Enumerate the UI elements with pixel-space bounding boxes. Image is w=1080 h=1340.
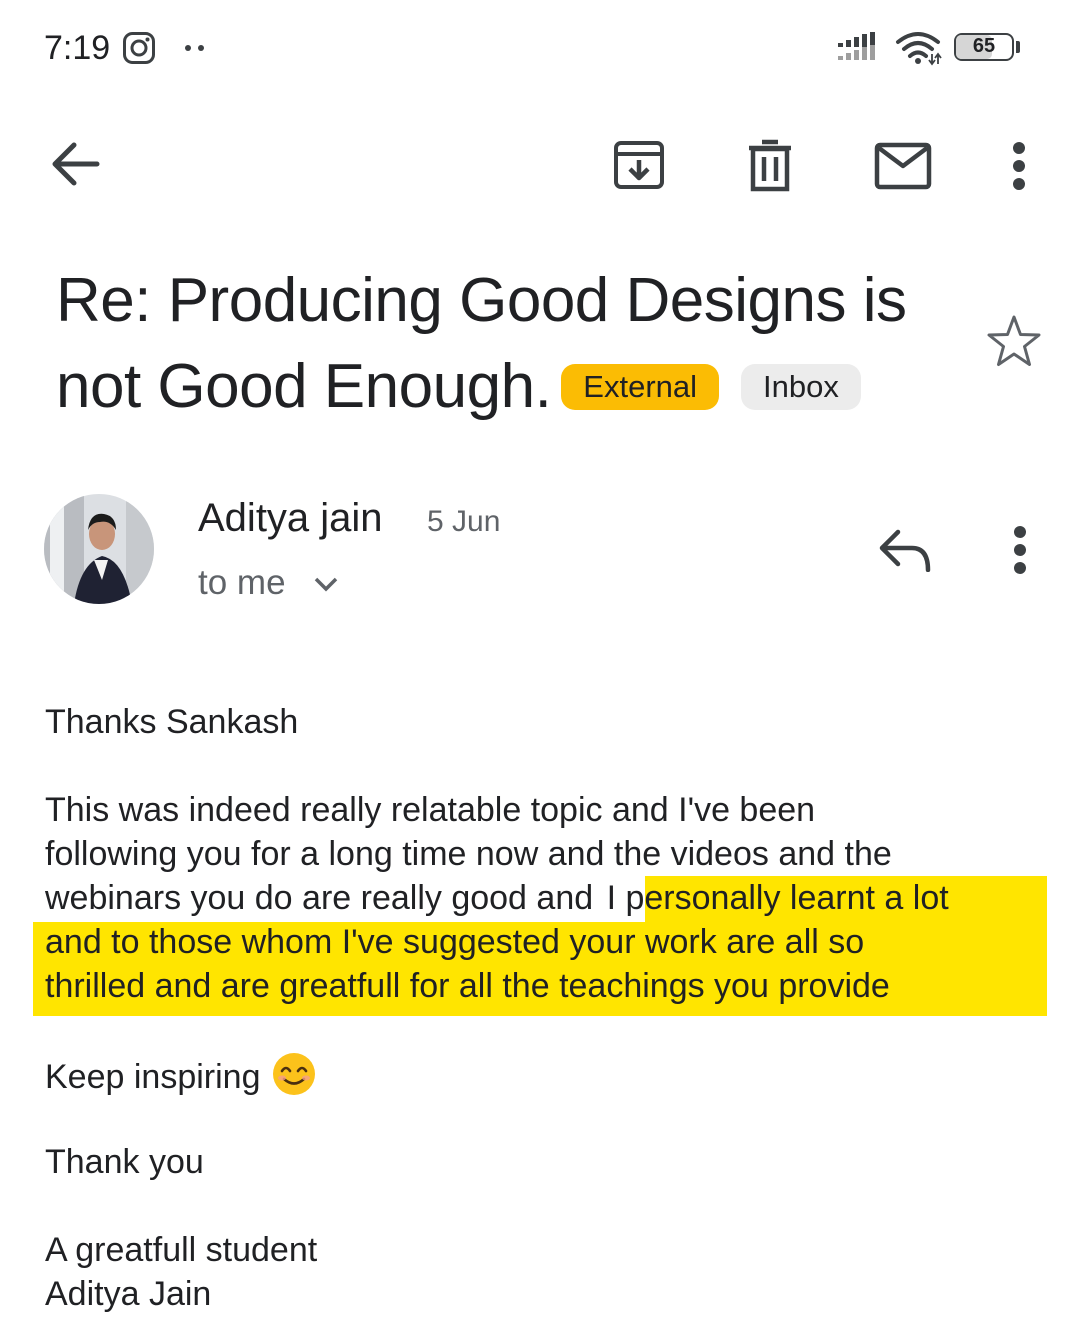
body-line-3: webinars you do are really good and I pe… [45,876,1045,920]
reply-icon[interactable] [878,528,932,572]
trash-icon[interactable] [746,138,794,192]
signature-line-2: Aditya Jain [45,1275,212,1313]
body-keep-inspiring: Keep inspiring [45,1052,1045,1099]
recipient-details-toggle[interactable]: to me [198,561,339,605]
sender-name: Aditya jain [198,496,383,540]
archive-icon[interactable] [612,138,666,192]
sent-date: 5 Jun [427,505,501,538]
body-line-4: and to those whom I've suggested your wo… [45,923,865,961]
smiling-face-emoji-icon [272,1052,316,1096]
signature-line-1: A greatfull student [45,1231,318,1269]
highlighted-text: I personally learnt a lot [606,879,949,917]
mail-icon[interactable] [874,142,932,190]
body-line-2: following you for a long time now and th… [45,835,892,873]
battery-percent: 65 [972,35,996,57]
more-vert-icon[interactable] [1010,142,1028,190]
signal-icon [836,32,882,64]
keep-inspiring-text: Keep inspiring [45,1058,261,1096]
star-icon[interactable] [986,314,1042,368]
battery-icon: 65 [954,33,1014,61]
label-inbox[interactable]: Inbox [741,364,861,410]
email-subject: Re: Producing Good Designs is not Good E… [56,258,956,430]
label-external[interactable]: External [561,364,720,410]
subject-line-1: Re: Producing Good Designs is [56,266,907,335]
battery-nub [1016,41,1020,53]
sender-avatar[interactable] [44,494,154,604]
message-more-icon[interactable] [1011,526,1029,574]
recipient-label: to me [198,563,286,602]
chevron-down-icon [313,576,339,592]
status-time: 7:19 [44,29,111,67]
more-notifications-icon [184,44,208,52]
body-line-3-text: webinars you do are really good and [45,879,603,917]
body-line-5: thrilled and are greatfull for all the t… [45,967,890,1005]
body-greeting: Thanks Sankash [45,703,299,741]
instagram-notification-icon [122,31,156,65]
wifi-icon [894,30,944,66]
body-line-1: This was indeed really relatable topic a… [45,791,816,829]
subject-line-2: not Good Enough. [56,352,552,421]
body-thank-you: Thank you [45,1143,204,1181]
back-arrow-icon[interactable] [50,140,100,188]
